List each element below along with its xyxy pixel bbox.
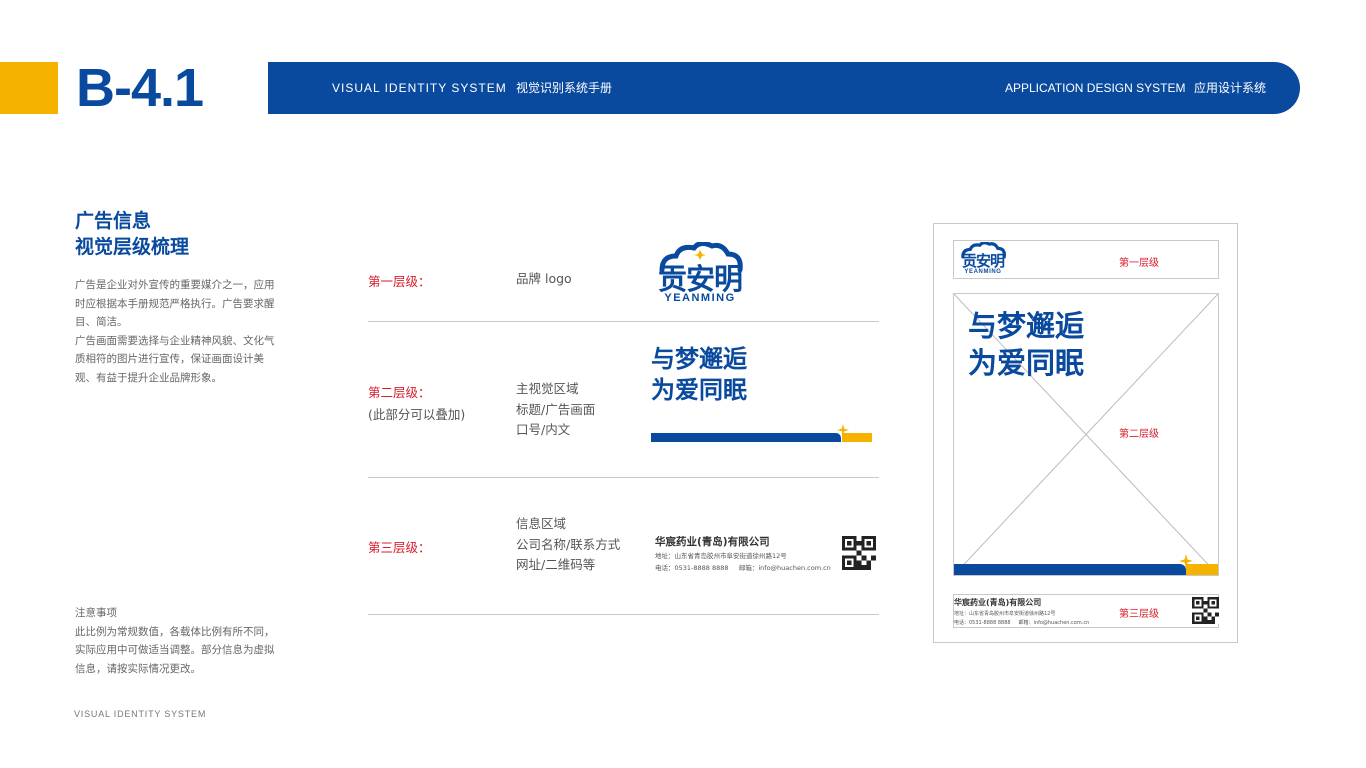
note-body: 此比例为常规数值，各载体比例有所不同，实际应用中可做适当调整。部分信息为虚拟信息…	[75, 625, 275, 675]
poster-company-name: 华宸药业(青岛)有限公司	[954, 598, 1042, 607]
divider-2	[368, 477, 879, 478]
poster-slogan-line1: 与梦邂逅	[968, 309, 1085, 343]
level1-label: 第一层级：	[368, 274, 431, 289]
poster-level1-tag: 第一层级	[1119, 258, 1159, 269]
poster-mockup: 贡安明 YEANMING 第一层级 与梦邂逅 为爱同眠 第二层级 华宸药业(青岛…	[933, 223, 1238, 643]
level2-desc-list: 主视觉区域 标题/广告画面 口号/内文	[516, 379, 595, 441]
company-contact: 电话：0531-8888 8888 邮箱：info@huachen.com.cn	[655, 564, 831, 572]
intro-paragraph-2: 广告画面需要选择与企业精神风貌、文化气质相符的图片进行宣传，保证画面设计美观、有…	[75, 334, 275, 384]
header-bar: VISUAL IDENTITY SYSTEM 视觉识别系统手册 APPLICAT…	[268, 62, 1300, 114]
poster-level2-tag: 第二层级	[1119, 429, 1159, 440]
poster-main-visual: 与梦邂逅 为爱同眠 第二层级	[953, 293, 1219, 576]
poster-level3-tag: 第三层级	[1119, 609, 1159, 620]
section-title-line1: 广告信息	[75, 210, 152, 232]
header-section-cn: 应用设计系统	[1194, 81, 1267, 95]
level2-desc-item: 口号/内文	[516, 422, 571, 437]
level3-desc-item: 公司名称/联系方式	[516, 536, 621, 552]
slogan-line2: 为爱同眠	[651, 376, 747, 404]
poster-company-contact: 电话：0531-8888 8888 邮箱：info@huachen.com.cn	[954, 620, 1090, 626]
footer-text: VISUAL IDENTITY SYSTEM	[74, 709, 207, 719]
logo-wordmark-en: YEANMING	[664, 292, 736, 304]
poster-logo-zone: 贡安明 YEANMING 第一层级	[953, 240, 1219, 279]
brand-logo: 贡安明 YEANMING	[652, 240, 748, 306]
divider-3	[368, 614, 879, 615]
poster-slogan: 与梦邂逅 为爱同眠	[968, 308, 1084, 382]
header-section-en: APPLICATION DESIGN SYSTEM	[1005, 81, 1186, 95]
note-title: 注意事项	[75, 607, 117, 619]
section-title: 广告信息 视觉层级梳理	[75, 208, 189, 260]
poster-qr-code-icon	[1192, 597, 1219, 624]
poster-logo-en: YEANMING	[964, 269, 1002, 275]
level2-desc-item: 标题/广告画面	[516, 401, 596, 417]
level3-label: 第三层级：	[368, 540, 431, 555]
poster-slogan-line2: 为爱同眠	[968, 346, 1085, 380]
level1-desc: 品牌 logo	[516, 271, 572, 286]
level2-desc-item: 主视觉区域	[516, 381, 579, 396]
poster-logo-cn: 贡安明	[961, 252, 1005, 270]
divider-1	[368, 321, 879, 322]
sparkle-icon	[837, 424, 849, 436]
company-address: 地址：山东省青岛胶州市阜安街道徐州路12号	[655, 552, 787, 560]
level3-desc-item: 信息区域	[516, 516, 567, 531]
intro-text: 广告是企业对外宣传的重要媒介之一，应用时应根据本手册规范严格执行。广告要求醒目、…	[75, 276, 275, 387]
brand-stripe-blue	[651, 433, 841, 442]
slogan: 与梦邂逅 为爱同眠	[651, 344, 747, 406]
level3-desc-item: 网址/二维码等	[516, 557, 596, 572]
level2-sub: (此部分可以叠加)	[368, 407, 466, 422]
section-title-line2: 视觉层级梳理	[75, 236, 190, 258]
poster-info-zone: 华宸药业(青岛)有限公司 地址：山东省青岛胶州市阜安街道徐州路12号 电话：05…	[953, 594, 1219, 628]
company-name: 华宸药业(青岛)有限公司	[655, 536, 770, 548]
intro-paragraph-1: 广告是企业对外宣传的重要媒介之一，应用时应根据本手册规范严格执行。广告要求醒目、…	[75, 279, 275, 328]
poster-stripe-blue	[954, 564, 1186, 575]
poster-company-address: 地址：山东省青岛胶州市阜安街道徐州路12号	[954, 611, 1056, 617]
slogan-line1: 与梦邂逅	[651, 345, 747, 373]
header-system-cn: 视觉识别系统手册	[516, 81, 613, 95]
poster-sparkle-icon	[1179, 554, 1193, 568]
level2-label: 第二层级：	[368, 385, 431, 400]
page-code: B-4.1	[76, 58, 204, 118]
note-block: 注意事项 此比例为常规数值，各载体比例有所不同，实际应用中可做适当调整。部分信息…	[75, 604, 275, 678]
qr-code-icon	[842, 536, 876, 570]
header-accent-block	[0, 62, 58, 114]
header-system-en: VISUAL IDENTITY SYSTEM	[332, 81, 507, 95]
level3-desc-list: 信息区域 公司名称/联系方式 网址/二维码等	[516, 514, 620, 576]
